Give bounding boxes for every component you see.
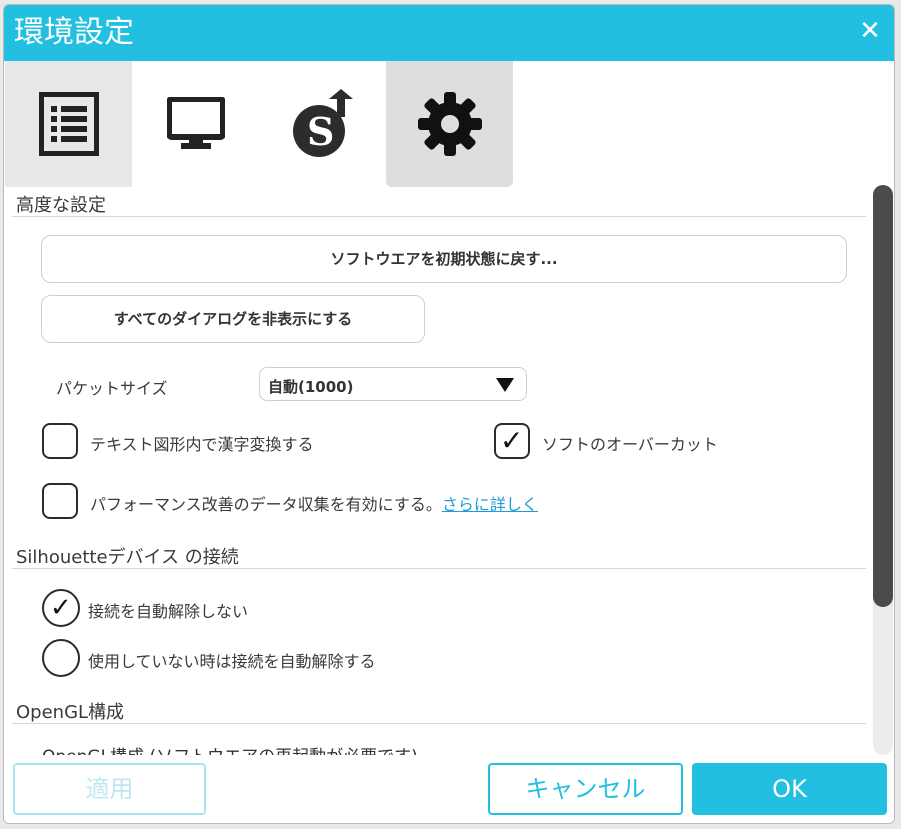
checkmark-icon: ✓ xyxy=(500,424,524,457)
silhouette-upload-icon: S xyxy=(292,89,353,157)
perf-data-text: パフォーマンス改善のデータ収集を有効にする。 xyxy=(90,495,442,514)
radio-label-auto-disconnect: 使用していない時は接続を自動解除する xyxy=(88,652,376,671)
list-icon xyxy=(38,92,99,156)
perf-data-checkbox[interactable] xyxy=(42,483,78,519)
software-overcut-checkbox[interactable]: ✓ xyxy=(494,423,530,459)
gear-icon xyxy=(417,92,482,156)
apply-button[interactable]: 適用 xyxy=(13,763,206,815)
divider xyxy=(12,216,866,217)
checkmark-icon: ✓ xyxy=(50,593,72,623)
kanji-convert-checkbox[interactable] xyxy=(42,423,78,459)
scrollbar-thumb[interactable] xyxy=(873,185,893,607)
software-overcut-label: ソフトのオーバーカット xyxy=(542,435,718,454)
section-heading-opengl: OpenGL構成 xyxy=(16,702,125,723)
section-heading-advanced: 高度な設定 xyxy=(16,195,106,216)
svg-text:S: S xyxy=(307,109,334,154)
packet-size-label: パケットサイズ xyxy=(56,379,168,398)
radio-label-no-auto-disconnect: 接続を自動解除しない xyxy=(88,602,249,621)
kanji-convert-label: テキスト図形内で漢字変換する xyxy=(90,435,314,454)
tab-display[interactable] xyxy=(132,61,259,187)
perf-data-label: パフォーマンス改善のデータ収集を有効にする。さらに詳しく xyxy=(90,491,538,515)
reset-software-button[interactable]: ソフトウエアを初期状態に戻す... xyxy=(41,235,847,283)
divider xyxy=(12,568,866,569)
packet-size-value: 自動(1000) xyxy=(268,378,354,396)
tab-store[interactable]: S xyxy=(259,61,386,187)
tab-advanced[interactable] xyxy=(386,61,513,187)
opengl-config-label: OpenGL構成 (ソフトウエアの再起動が必要です) xyxy=(42,742,418,755)
close-icon[interactable]: ✕ xyxy=(856,17,884,45)
monitor-icon xyxy=(166,97,225,149)
preferences-dialog: 環境設定 ✕ S 高度な設定 ソフトウエアを初期状態に戻す... すべてのダイア… xyxy=(3,4,895,824)
section-heading-connection: Silhouetteデバイス の接続 xyxy=(16,547,239,568)
ok-button[interactable]: OK xyxy=(692,763,887,815)
window-title: 環境設定 xyxy=(14,15,134,50)
hide-all-dialogs-button[interactable]: すべてのダイアログを非表示にする xyxy=(41,295,425,343)
learn-more-link[interactable]: さらに詳しく xyxy=(442,495,538,514)
chevron-down-icon xyxy=(496,378,514,392)
cancel-button[interactable]: キャンセル xyxy=(488,763,683,815)
title-bar: 環境設定 ✕ xyxy=(4,5,894,61)
radio-no-auto-disconnect[interactable]: ✓ xyxy=(42,589,80,627)
divider xyxy=(12,723,866,724)
packet-size-select[interactable]: 自動(1000) xyxy=(259,367,527,401)
radio-auto-disconnect[interactable] xyxy=(42,639,80,677)
tab-general[interactable] xyxy=(5,61,132,187)
